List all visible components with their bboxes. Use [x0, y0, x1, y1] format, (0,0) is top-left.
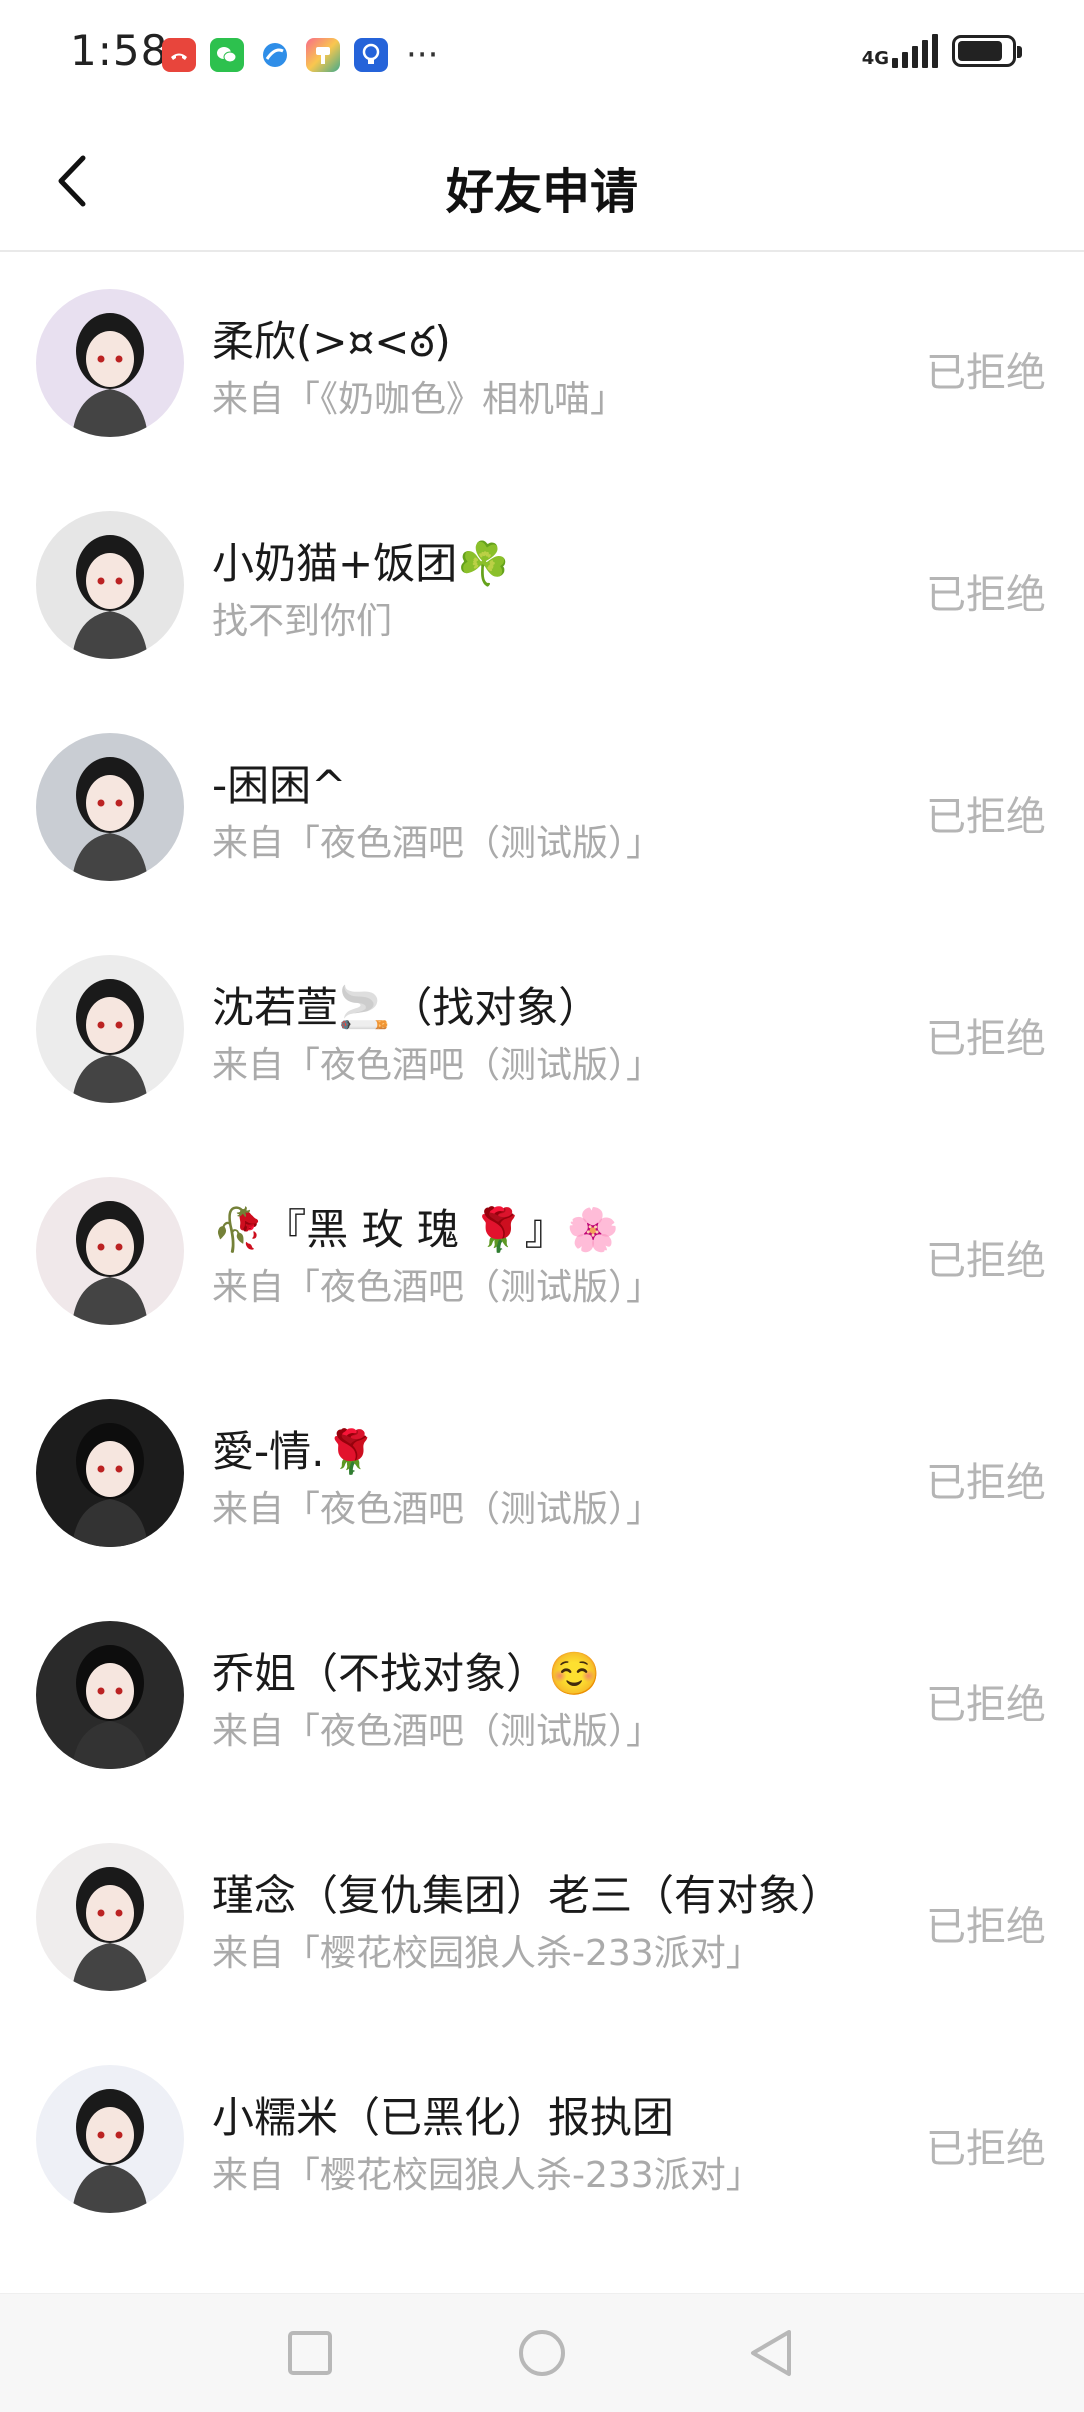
request-name: -困困^ — [212, 761, 347, 810]
request-source: 来自「夜色酒吧（测试版）」 — [212, 1267, 663, 1308]
request-name: 柔欣(>¤<ఠ) — [212, 317, 451, 366]
avatar[interactable] — [36, 2065, 184, 2213]
avatar[interactable] — [36, 1843, 184, 1991]
battery-icon — [952, 35, 1022, 67]
friend-request-item[interactable]: 乔姐（不找对象）☺️ 来自「夜色酒吧（测试版）」 已拒绝 — [0, 1584, 1084, 1806]
request-source: 来自「樱花校园狼人杀-233派对」 — [212, 1933, 762, 1974]
friend-request-item[interactable]: 小糯米（已黑化）报执团来自「樱花校园狼人杀-233派对」 已拒绝 — [0, 2028, 1084, 2250]
request-source: 来自「夜色酒吧（测试版）」 — [212, 1045, 663, 1086]
status-bar: 1:58 ··· 4G — [0, 0, 1084, 110]
circle-home-icon — [519, 2330, 565, 2376]
system-nav-bar — [0, 2293, 1084, 2412]
recent-apps-button[interactable] — [277, 2320, 343, 2386]
request-status: 已拒绝 — [926, 1904, 1046, 1950]
home-button[interactable] — [509, 2320, 575, 2386]
request-name: 乔姐（不找对象）☺️ — [212, 1649, 601, 1698]
request-status: 已拒绝 — [926, 794, 1046, 840]
phone-missed-icon — [162, 38, 196, 72]
request-name: 瑾念（复仇集团）老三（有对象） — [212, 1871, 843, 1920]
page-title: 好友申请 — [445, 164, 638, 220]
bulb-app-icon — [354, 38, 388, 72]
request-status: 已拒绝 — [926, 2126, 1046, 2172]
friend-request-item[interactable]: -困困^ 来自「夜色酒吧（测试版）」 已拒绝 — [0, 696, 1084, 918]
avatar[interactable] — [36, 955, 184, 1103]
friend-request-item[interactable]: 沈若萱🚬（找对象） 来自「夜色酒吧（测试版）」 已拒绝 — [0, 918, 1084, 1140]
request-status: 已拒绝 — [926, 572, 1046, 618]
avatar[interactable] — [36, 733, 184, 881]
request-status: 已拒绝 — [926, 1238, 1046, 1284]
request-status: 已拒绝 — [926, 1682, 1046, 1728]
request-name: 沈若萱🚬（找对象） — [212, 983, 601, 1032]
friend-request-item[interactable]: 愛-情.🌹 来自「夜色酒吧（测试版）」 已拒绝 — [0, 1362, 1084, 1584]
request-name: 愛-情.🌹 — [212, 1427, 377, 1476]
status-time: 1:58 — [70, 26, 169, 75]
status-right: 4G — [861, 34, 1022, 69]
battery-level — [958, 41, 1003, 61]
status-app-icons: ··· — [162, 38, 438, 72]
signal-icon — [892, 34, 938, 68]
request-status: 已拒绝 — [926, 350, 1046, 396]
paint-app-icon — [306, 38, 340, 72]
avatar[interactable] — [36, 289, 184, 437]
request-source: 来自「夜色酒吧（测试版）」 — [212, 1711, 663, 1752]
request-status: 已拒绝 — [926, 1016, 1046, 1062]
request-name: 小糯米（已黑化）报执团 — [212, 2093, 675, 2142]
request-source: 来自「夜色酒吧（测试版）」 — [212, 1489, 663, 1530]
screen: 1:58 ··· 4G 好友申请 柔欣(>¤<ఠ) 来自「《奶咖色》相机喵」 已… — [0, 0, 1084, 2412]
request-name: 🥀『黑 玫 瑰 🌹』🌸 — [212, 1205, 619, 1254]
avatar[interactable] — [36, 511, 184, 659]
network-type: 4G — [861, 48, 889, 69]
request-status: 已拒绝 — [926, 1460, 1046, 1506]
triangle-back-icon — [751, 2330, 791, 2376]
request-source: 来自「《奶咖色》相机喵」 — [212, 379, 627, 420]
square-recent-icon — [288, 2331, 332, 2375]
wechat-icon — [210, 38, 244, 72]
avatar[interactable] — [36, 1621, 184, 1769]
friend-request-list: 柔欣(>¤<ఠ) 来自「《奶咖色》相机喵」 已拒绝 小奶猫+饭团☘️ 找不到你们 已拒绝 -… — [0, 252, 1084, 2250]
request-source: 找不到你们 — [212, 601, 393, 642]
avatar[interactable] — [36, 1399, 184, 1547]
header: 好友申请 — [0, 110, 1084, 252]
request-source: 来自「樱花校园狼人杀-233派对」 — [212, 2155, 762, 2196]
request-source: 来自「夜色酒吧（测试版）」 — [212, 823, 663, 864]
request-name: 小奶猫+饭团☘️ — [212, 539, 510, 588]
browser-icon — [258, 38, 292, 72]
system-back-button[interactable] — [738, 2320, 804, 2386]
friend-request-item[interactable]: 🥀『黑 玫 瑰 🌹』🌸 来自「夜色酒吧（测试版）」 已拒绝 — [0, 1140, 1084, 1362]
more-notifications-indicator: ··· — [406, 35, 439, 75]
friend-request-item[interactable]: 瑾念（复仇集团）老三（有对象） 来自「樱花校园狼人杀-233派对」 已拒绝 — [0, 1806, 1084, 2028]
friend-request-item[interactable]: 小奶猫+饭团☘️ 找不到你们 已拒绝 — [0, 474, 1084, 696]
avatar[interactable] — [36, 1177, 184, 1325]
friend-request-item[interactable]: 柔欣(>¤<ఠ) 来自「《奶咖色》相机喵」 已拒绝 — [0, 252, 1084, 474]
